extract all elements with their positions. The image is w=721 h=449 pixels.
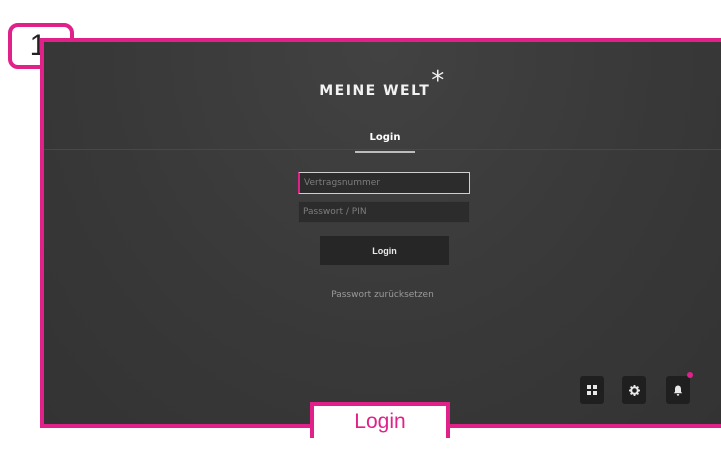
- settings-button[interactable]: [622, 376, 646, 404]
- app-screen: MEINE WELT* Login Login Passwort zurücks…: [44, 42, 721, 424]
- password-input[interactable]: [298, 201, 470, 223]
- app-logo: MEINE WELT*: [44, 66, 721, 102]
- login-button[interactable]: Login: [320, 236, 449, 265]
- logo-text: MEINE WELT: [319, 83, 431, 99]
- contract-number-input[interactable]: [298, 172, 470, 194]
- notification-dot: [687, 372, 693, 378]
- notifications-button[interactable]: [666, 372, 693, 404]
- caption-label: Login: [310, 402, 450, 438]
- gear-icon: [628, 384, 640, 396]
- apps-button[interactable]: [580, 376, 604, 404]
- grid-icon: [587, 385, 597, 395]
- logo-asterisk-icon: *: [431, 66, 446, 96]
- reset-password-link[interactable]: Passwort zurücksetzen: [44, 290, 721, 300]
- tab-login[interactable]: Login: [355, 132, 415, 153]
- bell-icon: [673, 385, 683, 396]
- caption-text: Login: [354, 410, 406, 433]
